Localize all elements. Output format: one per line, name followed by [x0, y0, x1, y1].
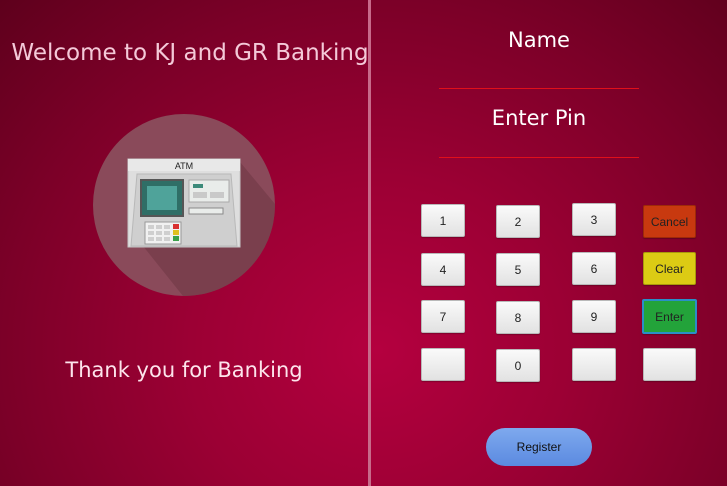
key-4[interactable]: 4 — [421, 253, 465, 286]
key-blank-right[interactable] — [572, 348, 616, 381]
atm-machine-icon: ATM — [127, 158, 275, 296]
clear-button[interactable]: Clear — [643, 252, 696, 285]
name-label[interactable]: Name — [439, 28, 639, 52]
atm-sign: ATM — [175, 161, 193, 171]
welcome-title: Welcome to KJ and GR Banking — [11, 40, 369, 66]
key-3[interactable]: 3 — [572, 203, 616, 236]
key-2[interactable]: 2 — [496, 205, 540, 238]
pin-underline — [439, 157, 639, 158]
key-5[interactable]: 5 — [496, 253, 540, 286]
name-underline — [439, 88, 639, 89]
key-1[interactable]: 1 — [421, 204, 465, 237]
key-blank-left[interactable] — [421, 348, 465, 381]
key-9[interactable]: 9 — [572, 300, 616, 333]
register-button[interactable]: Register — [486, 428, 592, 466]
thank-you-message: Thank you for Banking — [65, 358, 303, 382]
key-6[interactable]: 6 — [572, 252, 616, 285]
blank-action-button[interactable] — [643, 348, 696, 381]
key-7[interactable]: 7 — [421, 300, 465, 333]
key-0[interactable]: 0 — [496, 349, 540, 382]
enter-button[interactable]: Enter — [642, 299, 697, 334]
welcome-panel: Welcome to KJ and GR Banking ATM Thank y… — [0, 0, 368, 486]
pin-label[interactable]: Enter Pin — [439, 106, 639, 130]
key-8[interactable]: 8 — [496, 301, 540, 334]
login-panel: Name Enter Pin 1 2 3 Cancel 4 5 6 Clear … — [371, 0, 727, 486]
atm-logo: ATM — [93, 114, 275, 296]
cancel-button[interactable]: Cancel — [643, 205, 696, 238]
